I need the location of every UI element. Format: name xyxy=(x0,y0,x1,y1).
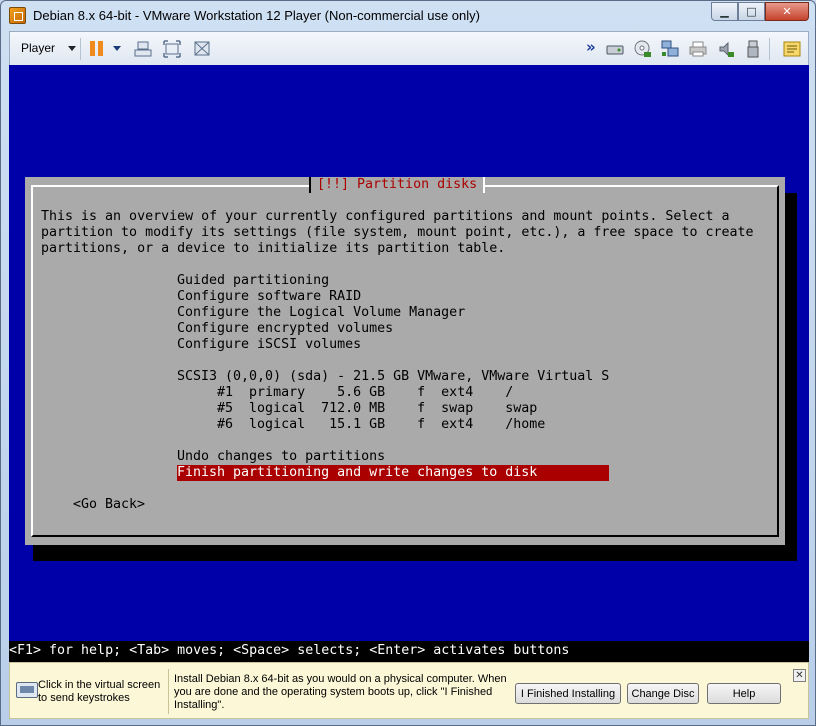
pause-icon[interactable] xyxy=(90,41,104,56)
network-adapter-icon[interactable] xyxy=(661,40,679,58)
finish-partitioning-item[interactable]: Finish partitioning and write changes to… xyxy=(177,465,609,481)
intro-line-3: partitions, or a device to initialize it… xyxy=(41,241,506,256)
click-hint-text: Click in the virtual screen to send keys… xyxy=(38,679,161,704)
title-bar[interactable]: Debian 8.x 64-bit - VMware Workstation 1… xyxy=(1,1,815,31)
installer-help-line: <F1> for help; <Tab> moves; <Space> sele… xyxy=(9,641,809,662)
maximize-button[interactable]: □ xyxy=(738,2,765,21)
window-controls: ▁ □ ✕ xyxy=(711,2,809,22)
unity-icon[interactable] xyxy=(193,40,211,58)
toolbar-separator xyxy=(80,38,81,60)
minimize-button[interactable]: ▁ xyxy=(711,2,738,21)
hint-separator xyxy=(168,669,169,714)
full-screen-icon[interactable] xyxy=(163,40,181,58)
i-finished-installing-button[interactable]: I Finished Installing xyxy=(515,683,621,704)
menu-item-iscsi-volumes[interactable]: Configure iSCSI volumes xyxy=(177,337,361,353)
install-instructions: Install Debian 8.x 64-bit as you would o… xyxy=(174,673,507,711)
intro-line-2: partition to modify its settings (file s… xyxy=(41,225,754,240)
help-button[interactable]: Help xyxy=(707,683,781,704)
change-disc-button[interactable]: Change Disc xyxy=(627,683,699,704)
toolbar: Player » xyxy=(9,31,809,65)
partition-disks-dialog: [!!] Partition disks This is an overview… xyxy=(25,177,785,545)
installation-hint-bar: Click in the virtual screen to send keys… xyxy=(9,662,809,719)
menu-item-encrypted-volumes[interactable]: Configure encrypted volumes xyxy=(177,321,393,337)
toolbar-separator xyxy=(769,38,770,60)
cd-dvd-icon[interactable] xyxy=(634,40,652,58)
close-hint-icon[interactable]: ✕ xyxy=(793,669,806,682)
dialog-title: [!!] Partition disks xyxy=(309,177,486,193)
undo-changes-item[interactable]: Undo changes to partitions xyxy=(177,449,385,465)
vmware-player-window: Debian 8.x 64-bit - VMware Workstation 1… xyxy=(0,0,816,726)
app-icon xyxy=(9,7,26,24)
sound-card-icon[interactable] xyxy=(717,40,735,58)
window-title: Debian 8.x 64-bit - VMware Workstation 1… xyxy=(33,8,480,23)
hard-disk-icon[interactable] xyxy=(606,40,624,58)
player-menu-button[interactable]: Player xyxy=(21,41,55,55)
keyboard-icon xyxy=(16,682,38,698)
message-log-icon[interactable] xyxy=(783,40,801,58)
menu-item-software-raid[interactable]: Configure software RAID xyxy=(177,289,361,305)
send-ctrl-alt-del-icon[interactable] xyxy=(134,40,152,58)
maximize-icon: □ xyxy=(746,5,757,18)
partition-row[interactable]: #6 logical 15.1 GB f ext4 /home xyxy=(177,417,545,433)
menu-item-guided-partitioning[interactable]: Guided partitioning xyxy=(177,273,329,289)
close-button[interactable]: ✕ xyxy=(765,2,809,21)
disk-device-entry[interactable]: SCSI3 (0,0,0) (sda) - 21.5 GB VMware, VM… xyxy=(177,369,609,385)
menu-item-lvm[interactable]: Configure the Logical Volume Manager xyxy=(177,305,465,321)
chevron-down-icon[interactable] xyxy=(68,46,76,51)
intro-line-1: This is an overview of your currently co… xyxy=(41,209,730,224)
partition-row[interactable]: #1 primary 5.6 GB f ext4 / xyxy=(177,385,513,401)
partition-row[interactable]: #5 logical 712.0 MB f swap swap xyxy=(177,401,537,417)
go-back-button[interactable]: <Go Back> xyxy=(73,497,145,513)
virtual-machine-screen[interactable]: [!!] Partition disks This is an overview… xyxy=(9,65,809,662)
chevron-down-icon[interactable] xyxy=(113,46,121,51)
close-icon: ✕ xyxy=(782,5,792,18)
usb-icon[interactable] xyxy=(744,40,762,58)
minimize-icon: ▁ xyxy=(720,5,729,18)
more-devices-button[interactable]: » xyxy=(586,38,604,56)
printer-icon[interactable] xyxy=(689,40,707,58)
